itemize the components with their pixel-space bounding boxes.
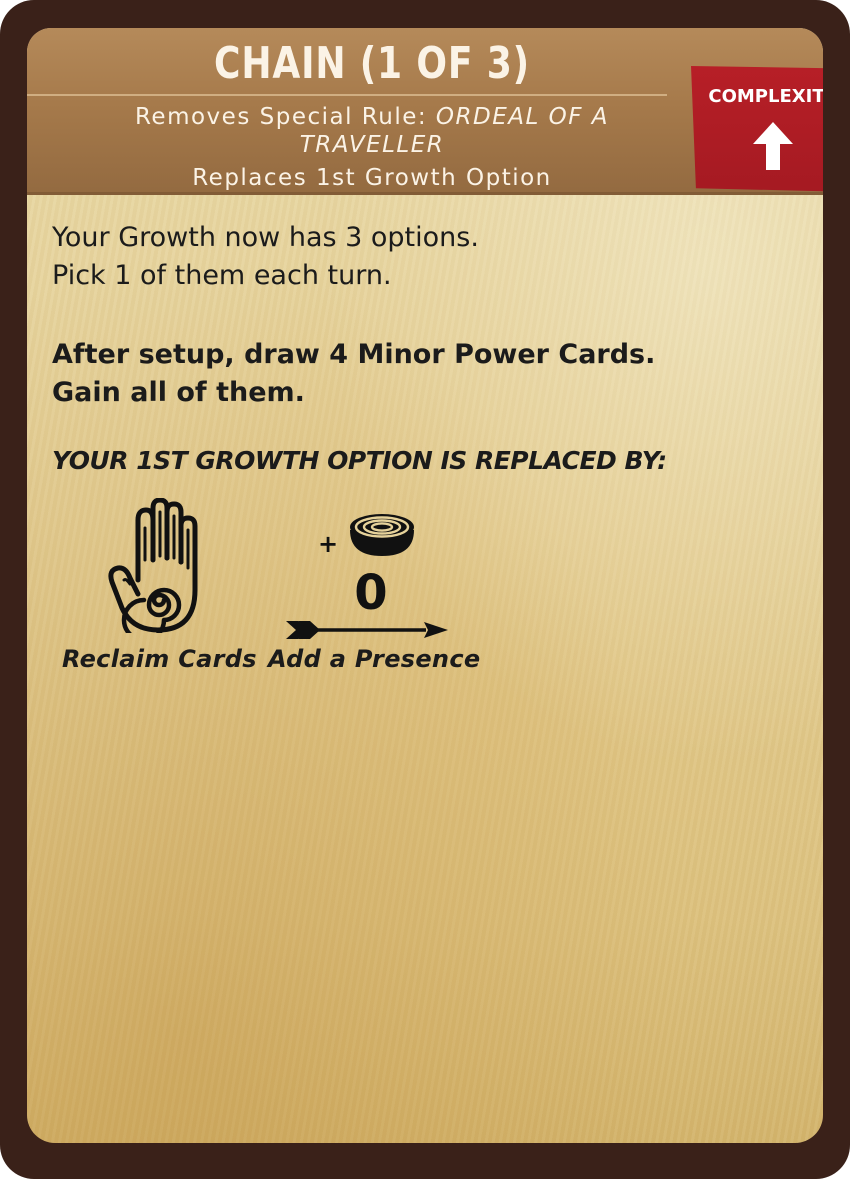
- range-arrow-icon: [286, 621, 448, 639]
- reclaim-hand-icon: [108, 498, 198, 633]
- plus-sign: +: [318, 530, 339, 558]
- spirit-aspect-card: CHAIN (1 OF 3) Removes Special Rule: ORD…: [0, 0, 850, 1179]
- up-arrow-icon: [753, 122, 793, 170]
- card-title: CHAIN (1 OF 3): [214, 38, 530, 89]
- title-divider: [27, 94, 667, 96]
- rules-line-1: Your Growth now has 3 options.: [52, 222, 479, 253]
- rules-line-4: Gain all of them.: [52, 377, 305, 408]
- removed-rule-name-cont: TRAVELLER: [299, 132, 445, 158]
- removes-rule-line: Removes Special Rule: ORDEAL OF A: [27, 104, 717, 130]
- add-presence-label: Add a Presence: [268, 645, 481, 673]
- rules-line-2: Pick 1 of them each turn.: [52, 260, 392, 291]
- complexity-badge: COMPLEXITY: [691, 66, 823, 192]
- presence-icon: [350, 514, 414, 556]
- complexity-label: COMPLEXITY: [708, 86, 823, 107]
- replaces-line: Replaces 1st Growth Option: [192, 165, 552, 191]
- reclaim-cards-label: Reclaim Cards: [62, 645, 257, 673]
- card-header: CHAIN (1 OF 3) Removes Special Rule: ORD…: [27, 28, 823, 195]
- growth-heading: YOUR 1ST GROWTH OPTION IS REPLACED BY:: [52, 446, 667, 475]
- rules-line-3: After setup, draw 4 Minor Power Cards.: [52, 339, 656, 370]
- removed-rule-name: ORDEAL OF A: [435, 104, 609, 130]
- removes-prefix: Removes Special Rule:: [134, 104, 436, 130]
- range-number: 0: [354, 565, 388, 621]
